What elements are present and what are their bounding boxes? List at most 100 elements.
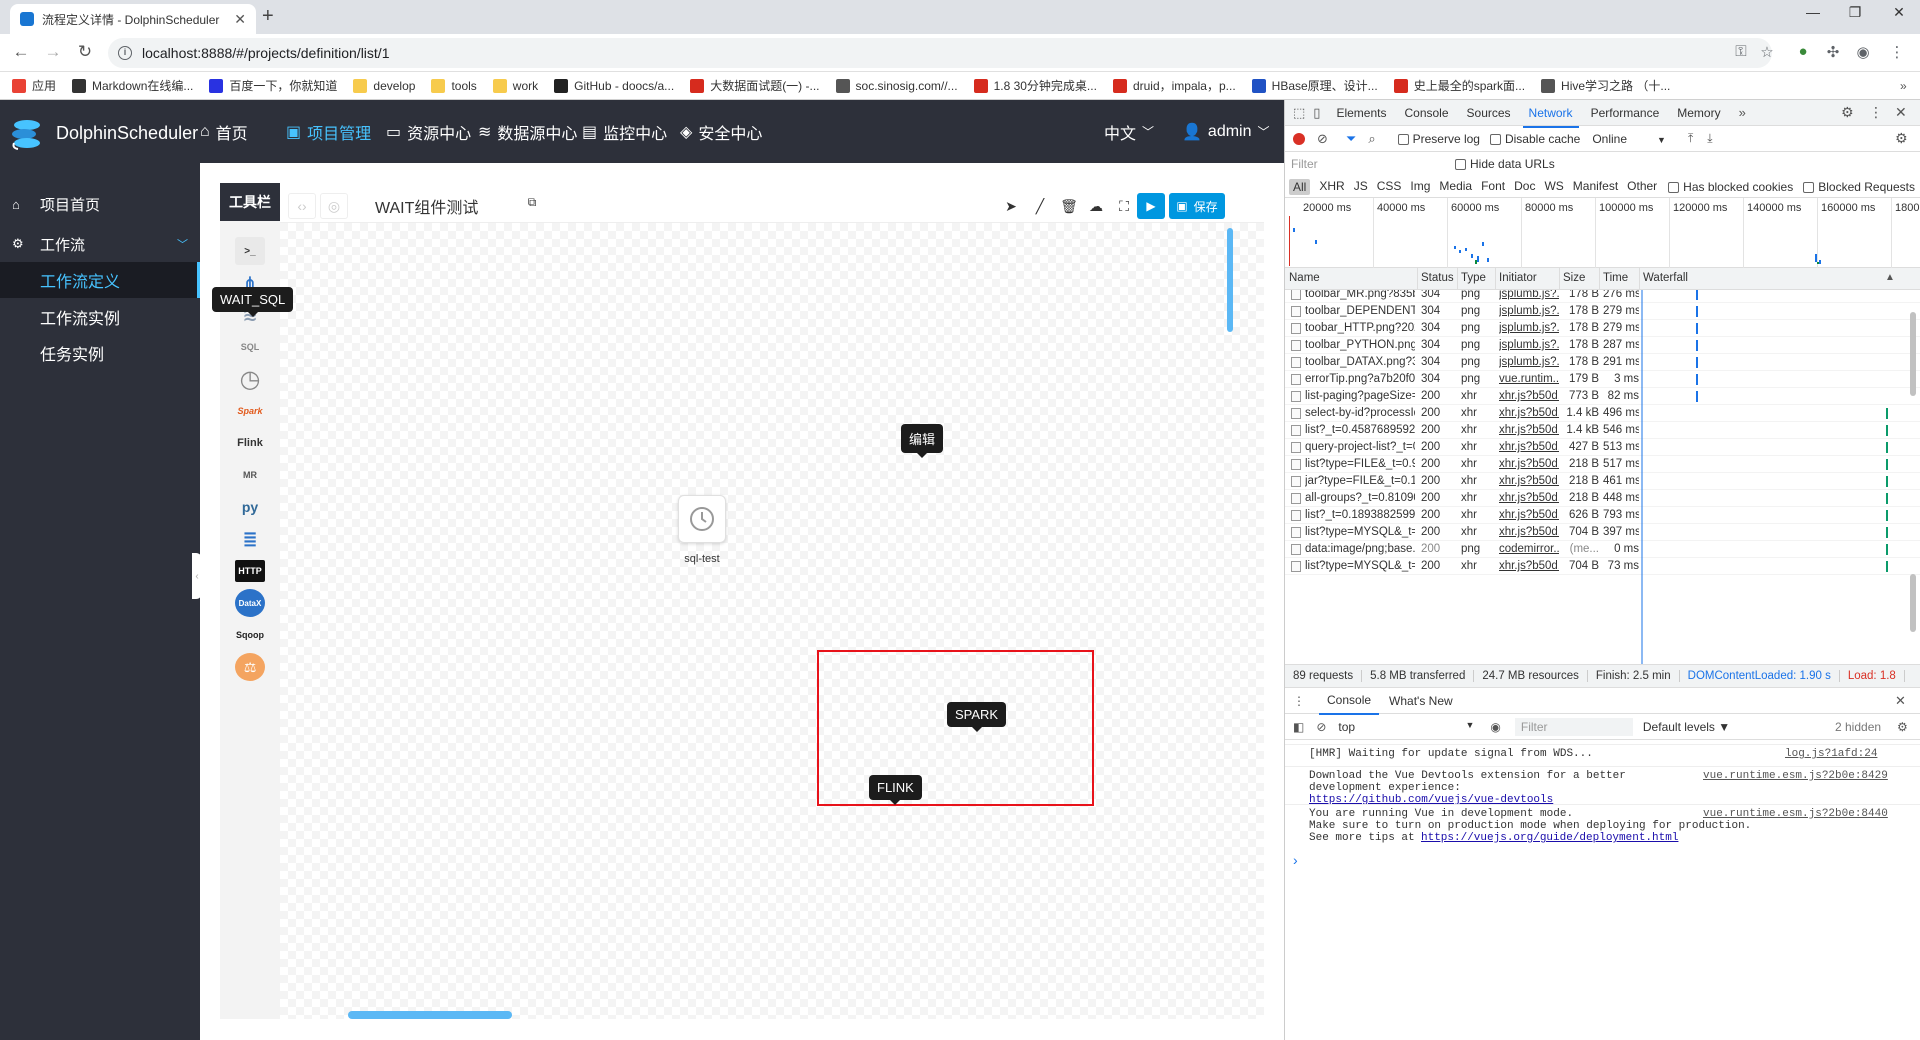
request-row[interactable]: errorTip.png?a7b20f0c... 304 png vue.runtim… [1285, 371, 1920, 388]
cell-initiator[interactable]: xhr.js?b50d... [1499, 458, 1559, 470]
request-row[interactable]: toolbar_DATAX.png?39... 304 png jsplumb.js?… [1285, 354, 1920, 371]
cell-initiator[interactable]: xhr.js?b50d... [1499, 560, 1559, 572]
column-header-waterfall[interactable]: Waterfall [1643, 272, 1688, 284]
network-overview-timeline[interactable]: 20000 ms 40000 ms 60000 ms 80000 ms 100000 m… [1285, 198, 1920, 268]
devtools-tab-memory[interactable]: Memory [1677, 106, 1720, 120]
tool-spark[interactable]: Spark [234, 395, 266, 427]
console-clear-icon[interactable]: ⊘ [1316, 720, 1326, 734]
console-filter-input[interactable]: Filter [1514, 717, 1633, 736]
download-icon[interactable]: ☁ [1082, 193, 1110, 219]
export-har-icon[interactable]: ⤓ [1707, 131, 1712, 146]
tool-python[interactable]: py [234, 491, 266, 523]
tab-close-icon[interactable]: ✕ [234, 11, 246, 28]
drawer-tab-console[interactable]: Console [1319, 687, 1380, 715]
type-filter-ws[interactable]: WS [1544, 179, 1563, 195]
nav-monitor[interactable]: ▤ 监控中心 [582, 100, 667, 163]
cell-initiator[interactable]: xhr.js?b50d... [1499, 509, 1559, 521]
sidebar-group-workflow[interactable]: ⚙ 工作流 ﹀ [0, 226, 200, 262]
site-info-icon[interactable]: i [118, 46, 132, 60]
cell-initiator[interactable]: xhr.js?b50d... [1499, 390, 1559, 402]
type-filter-doc[interactable]: Doc [1514, 179, 1535, 195]
request-row[interactable]: data:image/png;base... 200 png codemirror..… [1285, 541, 1920, 558]
cell-initiator[interactable]: vue.runtim... [1499, 373, 1559, 385]
console-link[interactable]: https://vuejs.org/guide/deployment.html [1421, 832, 1678, 844]
cell-initiator[interactable]: xhr.js?b50d... [1499, 492, 1559, 504]
console-settings-icon[interactable]: ⚙ [1897, 720, 1908, 734]
disable-cache-checkbox[interactable]: Disable cache [1489, 132, 1580, 146]
bookmark-item[interactable]: GitHub - doocs/a... [554, 78, 674, 93]
dag-canvas[interactable]: ‹› ◎ WAIT组件测试 ⧉ ➤ ╱ 🗑 ☁ ⛶ ▶ ▣ 保存 sql-tes… [280, 183, 1264, 1019]
type-filter-img[interactable]: Img [1410, 179, 1430, 195]
bookmark-item[interactable]: 百度一下，你就知道 [209, 77, 337, 94]
drawer-menu-icon[interactable]: ⋮ [1293, 694, 1305, 708]
cell-initiator[interactable]: jsplumb.js?... [1499, 305, 1559, 317]
app-logo[interactable]: DolphinScheduler [10, 116, 198, 150]
devtools-tab-network[interactable]: Network [1522, 106, 1579, 128]
minimize-button[interactable]: — [1798, 4, 1828, 20]
context-select[interactable]: top ▼ [1338, 720, 1474, 734]
console-source-link[interactable]: log.js?1afd:24 [1785, 748, 1877, 760]
bookmark-item[interactable]: HBase原理、设计... [1251, 77, 1378, 94]
devtools-tab-console[interactable]: Console [1404, 106, 1448, 120]
new-tab-button[interactable]: + [262, 6, 274, 26]
request-row[interactable]: toolbar_MR.png?835bc... 304 png jsplumb.js?… [1285, 290, 1920, 303]
reload-icon[interactable]: ↻ [74, 42, 96, 62]
bookmark-item[interactable]: 史上最全的spark面... [1393, 77, 1525, 94]
column-header-time[interactable]: Time [1603, 272, 1628, 284]
save-button[interactable]: ▣ 保存 [1169, 193, 1225, 219]
nav-folder[interactable]: ▭ 资源中心 [386, 100, 471, 163]
line-tool-icon[interactable]: ╱ [1026, 193, 1054, 219]
device-toolbar-icon[interactable]: ▯ [1313, 105, 1320, 121]
cell-initiator[interactable]: xhr.js?b50d... [1499, 407, 1559, 419]
type-filter-manifest[interactable]: Manifest [1573, 179, 1618, 195]
browser-tab[interactable]: 流程定义详情 - DolphinScheduler ✕ [10, 4, 256, 34]
nav-home[interactable]: ⌂ 首页 [200, 100, 248, 163]
column-header-status[interactable]: Status [1421, 272, 1454, 284]
type-filter-font[interactable]: Font [1481, 179, 1505, 195]
type-filter-all[interactable]: All [1289, 178, 1311, 195]
devtools-tab-performance[interactable]: Performance [1591, 106, 1660, 120]
preserve-log-checkbox[interactable]: Preserve log [1397, 132, 1480, 146]
settings-gear-icon[interactable]: ⚙ [1841, 104, 1854, 121]
log-levels-select[interactable]: Default levels ▼ [1643, 720, 1730, 734]
inspect-element-icon[interactable]: ⬚ [1293, 105, 1305, 121]
cell-initiator[interactable]: xhr.js?b50d... [1499, 526, 1559, 538]
task-node-sql-test[interactable] [678, 495, 726, 543]
tool-sql[interactable]: SQL [234, 331, 266, 363]
sidebar-item-workflow-instance[interactable]: 工作流实例 [0, 299, 200, 335]
console-source-link[interactable]: vue.runtime.esm.js?2b0e:8429 [1703, 770, 1888, 782]
column-header-size[interactable]: Size [1563, 272, 1585, 284]
language-switch[interactable]: 中文 ﹀ [1104, 100, 1154, 163]
forward-icon[interactable]: → [42, 42, 64, 62]
drawer-tab-whats-new[interactable]: What's New [1389, 694, 1453, 708]
cell-initiator[interactable]: xhr.js?b50d... [1499, 475, 1559, 487]
nav-shield[interactable]: ◈ 安全中心 [680, 100, 762, 163]
column-header-type[interactable]: Type [1461, 272, 1486, 284]
live-expression-eye-icon[interactable]: ◉ [1490, 720, 1500, 734]
bookmark-item[interactable]: 大数据面试题(一) -... [690, 77, 820, 94]
devtools-tab-elements[interactable]: Elements [1336, 106, 1386, 120]
request-row[interactable]: list?type=MYSQL&_t=0.... 200 xhr xhr.js?b50… [1285, 558, 1920, 575]
table-scrollbar-thumb[interactable] [1910, 574, 1916, 632]
type-filter-css[interactable]: CSS [1377, 179, 1402, 195]
profile-avatar-icon[interactable]: ◉ [1852, 43, 1874, 61]
search-icon[interactable]: ⌕ [1368, 131, 1375, 147]
restore-button[interactable]: ❐ [1840, 4, 1870, 21]
devtools-tab-sources[interactable]: Sources [1467, 106, 1511, 120]
bookmark-item[interactable]: soc.sinosig.com//... [835, 78, 958, 93]
request-row[interactable]: list?_t=0.189388259948... 200 xhr xhr.js?b5… [1285, 507, 1920, 524]
throttle-select[interactable]: Online ▼ [1592, 132, 1666, 146]
type-filter-js[interactable]: JS [1354, 179, 1368, 195]
cell-initiator[interactable]: jsplumb.js?... [1499, 322, 1559, 334]
vertical-scrollbar[interactable] [1227, 228, 1233, 332]
tool-sqoop[interactable]: Sqoop [234, 619, 266, 651]
request-row[interactable]: jar?type=FILE&_t=0.12... 200 xhr xhr.js?b50… [1285, 473, 1920, 490]
filter-icon[interactable]: ⏷ [1346, 131, 1356, 147]
bookmark-item[interactable]: tools [431, 78, 477, 93]
cell-initiator[interactable]: xhr.js?b50d... [1499, 424, 1559, 436]
tool-wait[interactable]: ◷ [234, 363, 266, 395]
variables-button[interactable]: ◎ [320, 193, 348, 219]
run-button[interactable]: ▶ [1137, 193, 1165, 219]
back-icon[interactable]: ← [10, 42, 32, 62]
nav-database[interactable]: ≋ 数据源中心 [478, 100, 577, 163]
